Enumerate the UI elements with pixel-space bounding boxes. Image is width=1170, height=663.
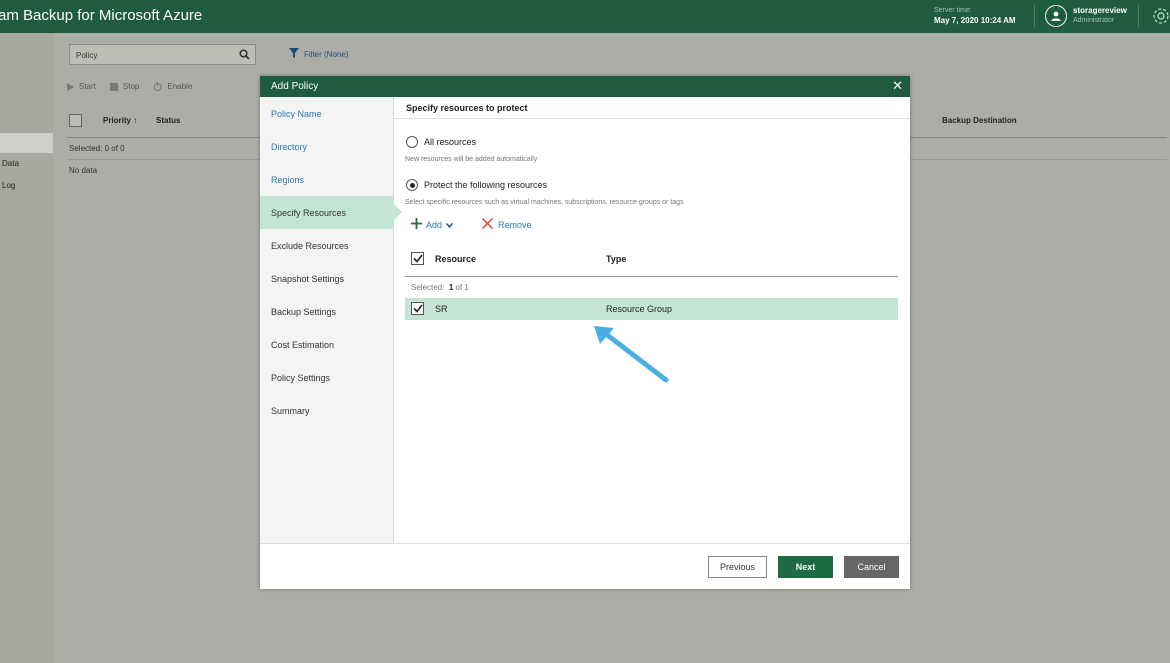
wizard-step-summary[interactable]: Summary: [260, 394, 394, 427]
wizard-steps: Policy Name Directory Regions Specify Resou…: [260, 97, 402, 543]
resource-name: SR: [435, 304, 448, 314]
stop-button[interactable]: Stop: [109, 82, 139, 91]
row-checkbox[interactable]: [411, 302, 424, 315]
resources-table-header: Resource Type: [405, 247, 898, 277]
empty-state: No data: [69, 166, 98, 175]
wizard-step-snapshot-settings[interactable]: Snapshot Settings: [260, 262, 394, 295]
user-menu[interactable]: storagereview Administrator: [1073, 6, 1127, 26]
wizard-step-specify-resources[interactable]: Specify Resources: [260, 196, 402, 229]
search-icon[interactable]: [239, 49, 250, 62]
remove-label: Remove: [498, 219, 532, 230]
next-button[interactable]: Next: [778, 556, 833, 578]
table-row[interactable]: SR Resource Group: [405, 298, 898, 320]
add-policy-dialog: Add Policy ✕ Policy Name Directory Regions…: [260, 76, 910, 589]
close-icon[interactable]: ✕: [892, 79, 903, 92]
left-nav: Data Log: [0, 33, 53, 663]
filter-label: Filter (None): [304, 49, 349, 59]
wizard-step-regions[interactable]: Regions: [260, 163, 394, 196]
column-status[interactable]: Status: [156, 116, 180, 125]
wizard-step-policy-settings[interactable]: Policy Settings: [260, 361, 394, 394]
server-time-label: Server time:: [934, 7, 972, 14]
cancel-button[interactable]: Cancel: [844, 556, 899, 578]
search-value: Policy: [76, 51, 98, 60]
add-label: Add: [426, 219, 443, 230]
wizard-step-policy-name[interactable]: Policy Name: [260, 97, 394, 130]
protect-following-hint: Select specific resources such as virtua…: [405, 199, 684, 206]
column-priority[interactable]: Priority ↑: [103, 116, 137, 125]
policy-toolbar: Start Stop Enable: [67, 82, 192, 91]
dialog-title: Add Policy: [271, 81, 319, 92]
server-time-value: May 7, 2020 10:24 AM: [934, 16, 1016, 25]
protect-following-radio[interactable]: [406, 179, 418, 191]
wizard-panel: Specify resources to protect All resourc…: [394, 97, 910, 543]
user-role: Administrator: [1073, 17, 1115, 24]
resources-selection-count: Selected: 1 of 1: [411, 283, 469, 292]
filter-button[interactable]: Filter (None): [289, 48, 348, 60]
user-name: storagereview: [1073, 6, 1127, 15]
remove-button[interactable]: Remove: [481, 217, 532, 231]
annotation-arrow-icon: [592, 324, 672, 388]
start-button[interactable]: Start: [67, 82, 96, 91]
all-resources-hint: New resources will be added automaticall…: [405, 156, 538, 163]
app-title: am Backup for Microsoft Azure: [0, 7, 203, 24]
all-resources-radio[interactable]: [406, 136, 418, 148]
gear-icon[interactable]: [1150, 5, 1170, 29]
top-bar: am Backup for Microsoft Azure Server tim…: [0, 0, 1170, 33]
add-button[interactable]: Add: [411, 218, 454, 231]
server-time: Server time: May 7, 2020 10:24 AM: [934, 6, 1016, 26]
remove-icon: [481, 217, 494, 231]
enable-button[interactable]: Enable: [153, 82, 192, 91]
plus-icon: [411, 218, 422, 231]
column-type[interactable]: Type: [606, 254, 626, 264]
filter-icon: [289, 48, 299, 60]
wizard-step-cost-estimation[interactable]: Cost Estimation: [260, 328, 394, 361]
previous-button[interactable]: Previous: [708, 556, 767, 578]
chevron-down-icon: [445, 220, 454, 230]
panel-title: Specify resources to protect: [394, 97, 910, 119]
dialog-footer: Previous Next Cancel: [260, 543, 910, 589]
dialog-header: Add Policy ✕: [260, 76, 910, 97]
select-all-checkbox[interactable]: [69, 114, 82, 127]
wizard-step-directory[interactable]: Directory: [260, 130, 394, 163]
select-all-resources-checkbox[interactable]: [411, 252, 424, 265]
all-resources-label[interactable]: All resources: [424, 137, 476, 147]
user-avatar-icon[interactable]: [1045, 5, 1067, 27]
column-resource[interactable]: Resource: [435, 254, 476, 264]
header-divider: [1138, 5, 1139, 27]
column-backup-destination[interactable]: Backup Destination: [942, 116, 1017, 125]
resource-type: Resource Group: [606, 304, 673, 314]
selection-count: Selected: 0 of 0: [69, 144, 125, 153]
wizard-step-backup-settings[interactable]: Backup Settings: [260, 295, 394, 328]
protect-following-label[interactable]: Protect the following resources: [424, 180, 547, 190]
nav-active-highlight: [0, 133, 53, 153]
nav-item-data[interactable]: Data: [2, 159, 19, 168]
nav-item-log[interactable]: Log: [2, 181, 15, 190]
header-divider: [1034, 5, 1035, 27]
search-input[interactable]: Policy: [69, 44, 256, 65]
wizard-step-exclude-resources[interactable]: Exclude Resources: [260, 229, 394, 262]
